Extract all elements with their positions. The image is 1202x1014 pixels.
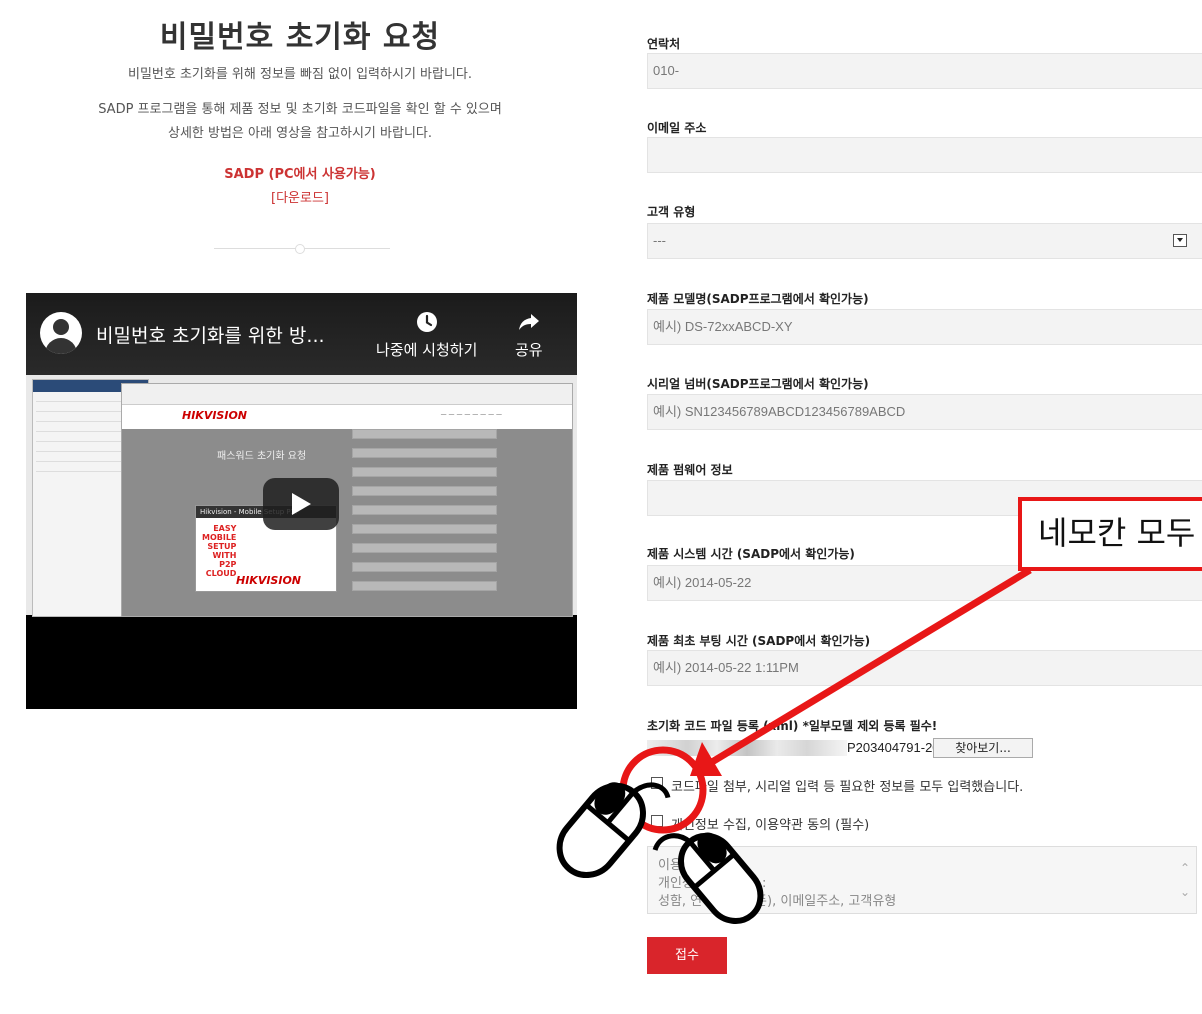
privacy-consent-label: 개인정보 수집, 이용약관 동의 (필수) xyxy=(671,818,870,833)
watch-later-button[interactable]: 나중에 시청하기 xyxy=(376,311,477,360)
sadp-link[interactable]: SADP (PC에서 사용가능) xyxy=(0,163,600,182)
terms-line: 성함, 연락처(휴대폰), 이메일주소, 고객유형 xyxy=(658,894,897,909)
submit-button[interactable]: 접수 xyxy=(647,937,727,974)
firmware-label: 제품 펌웨어 정보 xyxy=(647,463,733,477)
promo-words: EASY MOBILE SETUP WITH P2P CLOUD xyxy=(202,524,237,578)
browser-thumb: HIKVISION — — — — — — — — 패스워드 초기화 요청 xyxy=(121,383,573,617)
browse-button[interactable]: 찾아보기... xyxy=(933,738,1033,758)
contact-input[interactable]: 010- xyxy=(647,53,1202,89)
contact-label: 연락처 xyxy=(647,37,681,51)
share-icon xyxy=(518,314,539,330)
clock-icon xyxy=(416,312,437,332)
chevron-down-icon[interactable] xyxy=(1173,234,1187,247)
customer-type-label: 고객 유형 xyxy=(647,205,696,219)
system-time-label: 제품 시스템 시간 (SADP에서 확인가능) xyxy=(647,547,855,561)
promo-brand: HIKVISION xyxy=(236,574,302,587)
video-header: 비밀번호 초기화를 위한 방... 나중에 시청하기 공유 xyxy=(26,293,577,375)
play-icon xyxy=(292,493,311,515)
boot-time-input[interactable]: 예시) 2014-05-22 1:11PM xyxy=(647,650,1202,686)
customer-type-value: --- xyxy=(653,233,666,248)
intro-text-2: SADP 프로그램을 통해 제품 정보 및 초기화 코드파일을 확인 할 수 있… xyxy=(98,102,502,117)
hikvision-logo: HIKVISION xyxy=(182,409,248,422)
download-link[interactable]: [다운로드] xyxy=(0,187,600,206)
model-input[interactable]: 예시) DS-72xxABCD-XY xyxy=(647,309,1202,345)
email-input[interactable] xyxy=(647,137,1202,173)
intro-panel: 비밀번호 초기화 요청 비밀번호 초기화를 위해 정보를 빠짐 없이 입력하시기… xyxy=(0,0,600,1014)
chevron-up-icon[interactable]: ⌃ xyxy=(1180,856,1190,880)
play-button[interactable] xyxy=(263,478,339,530)
file-name-blur xyxy=(647,740,847,756)
info-complete-checkbox[interactable] xyxy=(651,777,663,789)
page-title: 비밀번호 초기화 요청 xyxy=(159,20,441,55)
share-label: 공유 xyxy=(515,341,543,359)
privacy-consent-checkbox[interactable] xyxy=(651,815,663,827)
file-name: P203404791-20 xyxy=(847,740,940,755)
terms-line: 이용약관 (필수) xyxy=(658,858,745,873)
watch-later-label: 나중에 시청하기 xyxy=(376,341,478,359)
thumb-title: 패스워드 초기화 요청 xyxy=(217,451,307,462)
model-label: 제품 모델명(SADP프로그램에서 확인가능) xyxy=(647,292,869,306)
annotation-callout: 네모칸 모두 xyxy=(1018,497,1202,571)
video-player[interactable]: HIKVISION — — — — — — — — 패스워드 초기화 요청 Hi… xyxy=(26,293,577,709)
share-button[interactable]: 공유 xyxy=(515,311,543,360)
terms-textarea[interactable]: 이용약관 (필수) 개인정보 수집항목 : 성함, 연락처(휴대폰), 이메일주… xyxy=(647,846,1197,914)
intro-text-1: 비밀번호 초기화를 위해 정보를 빠짐 없이 입력하시기 바랍니다. xyxy=(127,67,473,82)
textarea-scrollbar[interactable]: ⌃ ⌄ xyxy=(1180,856,1190,904)
video-title[interactable]: 비밀번호 초기화를 위한 방... xyxy=(96,321,325,348)
boot-time-label: 제품 최초 부팅 시간 (SADP에서 확인가능) xyxy=(647,634,871,648)
file-label: 초기화 코드 파일 등록 (xml) *일부모델 제외 등록 필수! xyxy=(647,719,938,733)
channel-avatar[interactable] xyxy=(40,312,82,354)
divider-dot xyxy=(295,244,305,254)
customer-type-select[interactable]: --- xyxy=(647,223,1202,259)
serial-input[interactable]: 예시) SN123456789ABCD123456789ABCD xyxy=(647,394,1202,430)
terms-line: 개인정보 수집항목 : xyxy=(658,876,767,891)
file-upload: P203404791-20 찾아보기... xyxy=(647,738,1067,760)
info-complete-label: 코드파일 첨부, 시리얼 입력 등 필요한 정보를 모두 입력했습니다. xyxy=(671,780,1024,795)
email-label: 이메일 주소 xyxy=(647,121,707,135)
chevron-down-icon[interactable]: ⌄ xyxy=(1180,880,1190,904)
serial-label: 시리얼 넘버(SADP프로그램에서 확인가능) xyxy=(647,377,869,391)
intro-text-3: 상세한 방법은 아래 영상을 참고하시기 바랍니다. xyxy=(168,126,432,141)
